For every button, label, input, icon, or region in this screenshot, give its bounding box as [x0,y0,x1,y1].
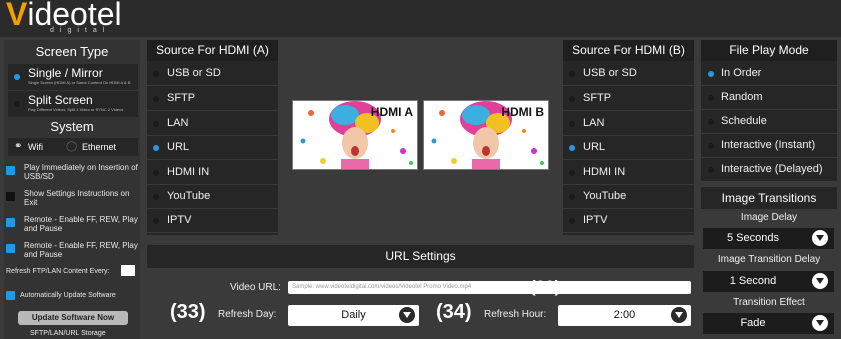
source-b-title: Source For HDMI (B) [563,40,694,61]
callout-33: (33) [170,301,206,323]
radio-icon [569,121,575,127]
play-mode-schedule[interactable]: Schedule [701,110,837,134]
wifi-label[interactable]: Wifi [28,142,43,152]
source-a-iptv[interactable]: IPTV [147,209,278,233]
videotel-logo: Videotel digital [6,0,122,34]
refresh-hour-label: Refresh Hour: [484,309,547,320]
network-row: ⚭ Wifi ◯ Ethernet [8,138,138,156]
radio-icon [708,71,714,77]
radio-icon [153,71,159,77]
video-url-label: Video URL: [230,282,281,293]
radio-icon [708,167,714,173]
checkbox-icon[interactable] [6,244,15,253]
screen-type-title: Screen Type [35,44,109,59]
radio-icon [708,143,714,149]
auto-update-row[interactable]: Automatically Update Software [4,288,140,304]
radio-icon [153,121,159,127]
file-play-mode-panel: File Play Mode In Order Random Schedule … [701,40,837,182]
image-transition-delay-label: Image Transition Delay [717,254,821,265]
ethernet-icon[interactable]: ◯ [66,141,77,152]
checkbox-icon[interactable] [6,166,15,175]
screen-option-split[interactable]: Split Screen Play Different Videos, Spli… [8,91,138,117]
play-mode-random[interactable]: Random [701,86,837,110]
preview-hdmi-b: HDMI B [423,100,549,170]
radio-icon [14,101,20,107]
refresh-day-label: Refresh Day: [218,309,277,320]
refresh-input[interactable] [121,265,135,276]
source-b-usb[interactable]: USB or SD [563,62,694,86]
play-mode-in-order[interactable]: In Order [701,62,837,86]
source-hdmi-a-panel: Source For HDMI (A) USB or SD SFTP LAN U… [147,40,278,235]
left-sidebar: Screen Type Single / Mirror Single Scree… [4,40,140,339]
source-b-iptv[interactable]: IPTV [563,209,694,233]
app-header: Videotel digital [0,0,841,37]
image-delay-label: Image Delay [740,212,798,223]
play-mode-interactive-instant[interactable]: Interactive (Instant) [701,134,837,158]
play-immediately-row[interactable]: Play Immediately on Insertion of USB/SD [4,160,140,182]
source-a-lan[interactable]: LAN [147,112,278,136]
storage-label: SFTP/LAN/URL Storage [30,330,106,337]
image-transitions-title: Image Transitions [701,187,837,209]
transition-effect-select[interactable]: Fade [703,313,834,334]
image-delay-select[interactable]: 5 Seconds [703,228,834,249]
chevron-down-icon [399,307,415,323]
radio-icon [153,170,159,176]
radio-icon [569,71,575,77]
radio-icon [708,95,714,101]
radio-icon [569,194,575,200]
show-instructions-row[interactable]: Show Settings Instructions on Exit [4,186,140,208]
chevron-down-icon [671,307,687,323]
file-play-mode-title: File Play Mode [701,40,837,61]
source-a-youtube[interactable]: YouTube [147,185,278,209]
source-a-url[interactable]: URL [147,136,278,160]
radio-icon [569,218,575,224]
radio-icon [569,145,575,151]
chevron-down-icon [812,273,828,289]
remote-ff-row-1[interactable]: Remote - Enable FF, REW, Play and Pause [4,212,140,234]
play-mode-interactive-delayed[interactable]: Interactive (Delayed) [701,158,837,182]
screen-option-single[interactable]: Single / Mirror Single Screen (HDMI A) o… [8,64,138,90]
chevron-down-icon [812,230,828,246]
refresh-hour-select[interactable]: 2:00 [558,305,691,326]
url-settings-title: URL Settings [147,245,694,268]
source-a-hdmi-in[interactable]: HDMI IN [147,161,278,185]
checkbox-icon[interactable] [6,192,15,201]
source-b-lan[interactable]: LAN [563,112,694,136]
source-b-youtube[interactable]: YouTube [563,185,694,209]
radio-icon [153,96,159,102]
system-title: System [50,119,94,134]
source-a-usb[interactable]: USB or SD [147,62,278,86]
image-transition-delay-select[interactable]: 1 Second [703,271,834,292]
source-b-sftp[interactable]: SFTP [563,87,694,111]
radio-icon [14,74,20,80]
update-software-button[interactable]: Update Software Now [18,311,128,325]
radio-icon [569,170,575,176]
source-b-url[interactable]: URL [563,136,694,160]
hdmi-b-tag: HDMI B [501,105,544,119]
source-a-sftp[interactable]: SFTP [147,87,278,111]
hdmi-a-tag: HDMI A [370,105,413,119]
radio-icon [153,194,159,200]
refresh-day-select[interactable]: Daily [288,305,419,326]
transition-effect-label: Transition Effect [733,297,805,308]
checkbox-icon[interactable] [6,218,15,227]
callout-32: (32) [530,277,561,296]
radio-icon [153,145,159,151]
radio-icon [708,119,714,125]
ethernet-label[interactable]: Ethernet [82,142,116,152]
wifi-icon[interactable]: ⚭ [14,141,22,152]
preview-hdmi-a: HDMI A [292,100,418,170]
chevron-down-icon [812,315,828,331]
remote-ff-row-2[interactable]: Remote - Enable FF, REW, Play and Pause [4,238,140,260]
refresh-row: Refresh FTP/LAN Content Every: [4,264,140,280]
video-url-input[interactable]: Sample: www.videoteldigital.com/videos/V… [288,281,691,294]
checkbox-icon[interactable] [6,291,15,300]
radio-icon [569,96,575,102]
source-hdmi-b-panel: Source For HDMI (B) USB or SD SFTP LAN U… [563,40,694,235]
source-a-title: Source For HDMI (A) [147,40,278,61]
callout-34: (34) [436,301,472,323]
source-b-hdmi-in[interactable]: HDMI IN [563,161,694,185]
radio-icon [153,218,159,224]
